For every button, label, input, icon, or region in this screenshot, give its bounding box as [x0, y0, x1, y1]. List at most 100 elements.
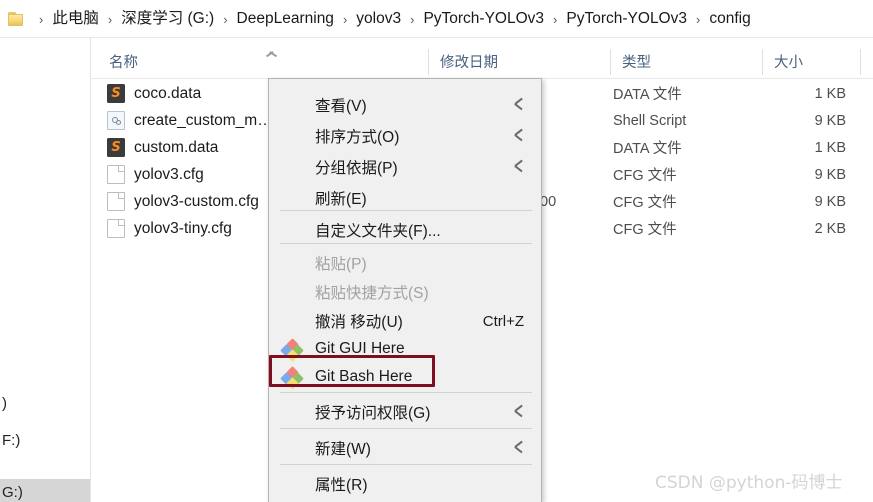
column-header-date-modified[interactable]: 修改日期 [440, 45, 498, 78]
breadcrumb-item-drive[interactable]: 深度学习 (G:) [118, 8, 217, 31]
address-bar-divider [0, 37, 873, 38]
breadcrumb-item-this-pc[interactable]: 此电脑 [49, 8, 102, 31]
context-menu[interactable]: 查看(V) 排序方式(O) 分组依据(P) 刷新(E) 自定义文件夹(F)...… [268, 78, 542, 502]
breadcrumb-item-pytorch-yolov3-outer[interactable]: PyTorch-YOLOv3 [420, 8, 547, 31]
file-type-cell: DATA 文件 [613, 87, 682, 103]
watermark-text: CSDN @python-码博士 [655, 473, 843, 493]
menu-item-label: 新建(W) [315, 441, 371, 458]
menu-item-view[interactable]: 查看(V) [270, 88, 542, 122]
menu-item-new[interactable]: 新建(W) [270, 431, 542, 465]
file-name-label: custom.data [134, 138, 219, 156]
file-name-label: yolov3-tiny.cfg [134, 219, 232, 237]
file-size-cell: 1 KB [814, 85, 846, 102]
menu-item-git-bash-here[interactable]: Git Bash Here [270, 360, 542, 394]
menu-item-label: 刷新(E) [315, 191, 367, 208]
file-size-cell: 1 KB [814, 139, 846, 156]
file-name-label: yolov3.cfg [134, 165, 204, 183]
shell-script-icon [107, 111, 125, 130]
file-size-cell: 9 KB [814, 112, 846, 129]
menu-separator [280, 428, 532, 429]
address-bar[interactable]: › 此电脑 › 深度学习 (G:) › DeepLearning › yolov… [0, 0, 873, 38]
column-header-row: 名称 修改日期 类型 大小 [91, 45, 873, 78]
nav-item-drive-0[interactable]: ) [0, 390, 91, 417]
chevron-right-icon [514, 161, 525, 173]
menu-item-label: 粘贴快捷方式(S) [315, 285, 429, 302]
column-header-size-label: 大小 [774, 55, 803, 71]
file-name-label: yolov3-custom.cfg [134, 192, 259, 210]
breadcrumb-item-deeplearning[interactable]: DeepLearning [234, 8, 337, 31]
sublime-data-file-icon: S [107, 84, 125, 103]
menu-item-label: 排序方式(O) [315, 129, 400, 146]
file-name-cell[interactable]: yolov3.cfg [107, 161, 204, 188]
breadcrumb-separator: › [553, 11, 558, 27]
chevron-right-icon [514, 406, 525, 418]
folder-icon [8, 11, 27, 27]
menu-item-label: 撤消 移动(U) [315, 314, 403, 331]
generic-file-icon [107, 219, 125, 238]
nav-item-label: ) [2, 395, 7, 412]
menu-item-sort-by[interactable]: 排序方式(O) [270, 119, 542, 153]
breadcrumb-separator: › [107, 11, 113, 27]
file-type-cell: DATA 文件 [613, 141, 682, 157]
file-explorer-window: › 此电脑 › 深度学习 (G:) › DeepLearning › yolov… [0, 0, 873, 502]
file-type-cell: Shell Script [613, 112, 687, 129]
menu-separator [280, 243, 532, 244]
menu-separator [280, 392, 532, 393]
menu-item-shortcut: Ctrl+Z [482, 312, 524, 330]
generic-file-icon [107, 192, 125, 211]
file-name-label: coco.data [134, 84, 202, 102]
ascending-caret-icon [265, 47, 278, 55]
menu-item-label: 粘贴(P) [315, 256, 367, 273]
menu-item-label: 分组依据(P) [315, 160, 398, 177]
nav-item-label: F:) [2, 432, 21, 449]
chevron-right-icon [514, 130, 525, 142]
menu-item-label: Git GUI Here [315, 340, 405, 357]
file-date-cell: 00 [540, 193, 557, 210]
column-divider[interactable] [860, 49, 861, 75]
column-header-size[interactable]: 大小 [774, 45, 803, 78]
menu-item-properties[interactable]: 属性(R) [270, 467, 542, 501]
file-type-cell: CFG 文件 [613, 222, 677, 238]
file-name-cell[interactable]: yolov3-custom.cfg [107, 188, 259, 215]
menu-item-label: 授予访问权限(G) [315, 405, 431, 422]
nav-item-drive-f[interactable]: F:) [0, 427, 91, 454]
menu-item-customize-folder[interactable]: 自定义文件夹(F)... [270, 213, 542, 247]
breadcrumb-separator: › [342, 11, 348, 27]
file-type-cell: CFG 文件 [613, 168, 677, 184]
menu-item-group-by[interactable]: 分组依据(P) [270, 150, 542, 184]
file-name-cell[interactable]: S custom.data [107, 134, 218, 161]
column-header-type[interactable]: 类型 [622, 45, 651, 78]
menu-item-label: 查看(V) [315, 98, 367, 115]
breadcrumb-separator: › [696, 11, 701, 27]
column-header-date-label: 修改日期 [440, 55, 498, 71]
breadcrumb-item-pytorch-yolov3-inner[interactable]: PyTorch-YOLOv3 [563, 8, 690, 31]
breadcrumb-separator: › [410, 11, 415, 27]
chevron-right-icon [514, 99, 525, 111]
generic-file-icon [107, 165, 125, 184]
column-header-name-label: 名称 [109, 55, 138, 71]
file-type-cell: CFG 文件 [613, 195, 677, 211]
git-icon [280, 366, 304, 390]
file-name-cell[interactable]: S coco.data [107, 80, 201, 107]
breadcrumb-separator: › [39, 11, 44, 27]
file-name-cell[interactable]: create_custom_m… [107, 107, 273, 134]
file-size-cell: 9 KB [814, 193, 846, 210]
file-name-cell[interactable]: yolov3-tiny.cfg [107, 215, 232, 242]
column-divider[interactable] [610, 49, 611, 75]
nav-item-label: G:) [2, 484, 23, 501]
breadcrumb-item-config[interactable]: config [706, 8, 753, 31]
file-name-label: create_custom_m… [134, 111, 273, 129]
column-divider[interactable] [428, 49, 429, 75]
git-icon [280, 338, 304, 362]
menu-item-label: Git Bash Here [315, 368, 413, 385]
navigation-pane[interactable]: ) F:) G:) ) [0, 38, 91, 502]
chevron-right-icon [514, 442, 525, 454]
menu-separator [280, 210, 532, 211]
column-divider[interactable] [762, 49, 763, 75]
breadcrumb-separator: › [223, 11, 228, 27]
menu-item-grant-access[interactable]: 授予访问权限(G) [270, 395, 542, 429]
menu-separator [280, 464, 532, 465]
nav-item-drive-g[interactable]: G:) [0, 479, 91, 502]
breadcrumb-item-yolov3[interactable]: yolov3 [353, 8, 404, 31]
column-header-name[interactable]: 名称 [109, 45, 138, 78]
